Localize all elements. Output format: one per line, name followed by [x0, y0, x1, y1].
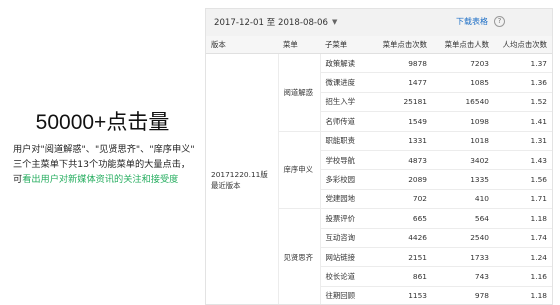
- submenu-cell: 学校导航: [320, 150, 372, 171]
- clicks-cell: 4873: [372, 150, 432, 171]
- avg-clicks-cell: 1.36: [494, 72, 552, 93]
- description-line-2: 三个主菜单下共13个功能菜单的大量点击，: [13, 159, 191, 170]
- avg-clicks-cell: 1.41: [494, 111, 552, 132]
- clicks-cell: 861: [372, 266, 432, 287]
- clicks-cell: 1153: [372, 286, 432, 304]
- avg-clicks-cell: 1.18: [494, 286, 552, 304]
- users-cell: 1335: [432, 169, 494, 190]
- clicks-cell: 2089: [372, 169, 432, 190]
- clicks-cell: 4426: [372, 228, 432, 248]
- version-number: 20171220.11版: [211, 169, 268, 179]
- caret-down-icon: ▼: [331, 18, 338, 26]
- users-cell: 3402: [432, 150, 494, 171]
- clicks-cell: 702: [372, 189, 432, 210]
- column-header-avg-clicks[interactable]: 人均点击次数: [494, 36, 552, 54]
- clicks-cell: 25181: [372, 92, 432, 113]
- clicks-cell: 665: [372, 208, 432, 229]
- avg-clicks-cell: 1.56: [494, 169, 552, 190]
- avg-clicks-cell: 1.24: [494, 247, 552, 268]
- description-highlight: 看出用户对新媒体资讯的关注和接受度: [22, 174, 179, 185]
- avg-clicks-cell: 1.31: [494, 131, 552, 151]
- clicks-cell: 1331: [372, 131, 432, 151]
- description-line-1: 用户对"阅道解惑"、"见贤思齐"、"庠序申义": [13, 144, 195, 155]
- users-cell: 2540: [432, 228, 494, 248]
- description-line-3: 可看出用户对新媒体资讯的关注和接受度: [13, 172, 213, 187]
- submenu-cell: 多彩校园: [320, 169, 372, 190]
- avg-clicks-cell: 1.71: [494, 189, 552, 210]
- users-cell: 1733: [432, 247, 494, 268]
- clicks-cell: 1549: [372, 111, 432, 132]
- column-header-clicks[interactable]: 菜单点击次数: [372, 36, 432, 54]
- help-icon[interactable]: ?: [494, 16, 505, 27]
- headline: 50000+点击量: [35, 111, 170, 134]
- menu-report-panel: 2017-12-01 至 2018-08-06 ▼ 下载表格 ? 版本 菜单 子…: [205, 8, 553, 305]
- description: 用户对"阅道解惑"、"见贤思齐"、"庠序申义" 三个主菜单下共13个功能菜单的大…: [13, 142, 213, 187]
- table-header-row: 版本 菜单 子菜单 菜单点击次数 菜单点击人数 人均点击次数: [206, 36, 552, 54]
- column-header-menu[interactable]: 菜单: [278, 36, 320, 54]
- users-cell: 410: [432, 189, 494, 210]
- toolbar: 2017-12-01 至 2018-08-06 ▼ 下载表格 ?: [206, 9, 552, 36]
- left-summary-panel: 50000+点击量 用户对"阅道解惑"、"见贤思齐"、"庠序申义" 三个主菜单下…: [0, 0, 205, 305]
- column-header-users[interactable]: 菜单点击人数: [432, 36, 494, 54]
- submenu-cell: 往期回顾: [320, 286, 372, 304]
- avg-clicks-cell: 1.37: [494, 53, 552, 74]
- users-cell: 16540: [432, 92, 494, 113]
- submenu-cell: 网站链接: [320, 247, 372, 268]
- submenu-cell: 招生入学: [320, 92, 372, 113]
- avg-clicks-cell: 1.43: [494, 150, 552, 171]
- users-cell: 564: [432, 208, 494, 229]
- users-cell: 1018: [432, 131, 494, 151]
- submenu-cell: 党建园地: [320, 189, 372, 210]
- column-header-submenu[interactable]: 子菜单: [320, 36, 372, 54]
- clicks-cell: 2151: [372, 247, 432, 268]
- menu-group-cell: 庠序申义: [278, 131, 321, 210]
- version-label: 最近版本: [211, 180, 241, 190]
- submenu-cell: 校长论道: [320, 266, 372, 287]
- submenu-cell: 职能职责: [320, 131, 372, 151]
- version-cell: 20171220.11版 最近版本: [206, 53, 279, 304]
- submenu-cell: 名师传道: [320, 111, 372, 132]
- table-body: 20171220.11版 最近版本 阅道解惑 政策解读 9878 7203 1.37 微课进度…: [206, 53, 552, 304]
- column-header-version[interactable]: 版本: [206, 36, 278, 54]
- date-range-picker[interactable]: 2017-12-01 至 2018-08-06 ▼: [214, 16, 337, 28]
- avg-clicks-cell: 1.16: [494, 266, 552, 287]
- users-cell: 7203: [432, 53, 494, 74]
- avg-clicks-cell: 1.74: [494, 228, 552, 248]
- submenu-cell: 投票评价: [320, 208, 372, 229]
- menu-click-table: 版本 菜单 子菜单 菜单点击次数 菜单点击人数 人均点击次数 20171220.…: [206, 36, 552, 304]
- menu-group-cell: 见贤思齐: [278, 208, 321, 304]
- users-cell: 1085: [432, 72, 494, 93]
- users-cell: 743: [432, 266, 494, 287]
- clicks-cell: 1477: [372, 72, 432, 93]
- download-label: 下载表格: [456, 17, 488, 26]
- submenu-cell: 微课进度: [320, 72, 372, 93]
- avg-clicks-cell: 1.18: [494, 208, 552, 229]
- table-row: 20171220.11版 最近版本 阅道解惑 政策解读 9878 7203 1.37: [206, 53, 552, 304]
- submenu-cell: 互动咨询: [320, 228, 372, 248]
- date-range-text: 2017-12-01 至 2018-08-06: [214, 18, 328, 28]
- submenu-cell: 政策解读: [320, 53, 372, 74]
- description-prefix: 可: [13, 174, 23, 185]
- download-table-button[interactable]: 下载表格 ?: [456, 16, 505, 27]
- menu-group-cell: 阅道解惑: [278, 53, 321, 132]
- clicks-cell: 9878: [372, 53, 432, 74]
- avg-clicks-cell: 1.52: [494, 92, 552, 113]
- users-cell: 1098: [432, 111, 494, 132]
- users-cell: 978: [432, 286, 494, 304]
